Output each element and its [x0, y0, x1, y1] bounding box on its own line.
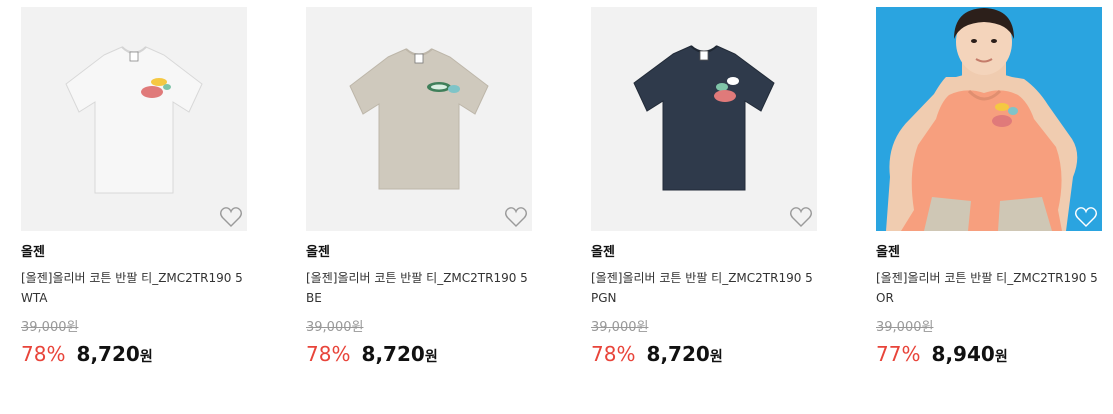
currency-unit: 원 [994, 349, 1008, 365]
product-card[interactable]: 올젠 [올젠]올리버 코튼 반팔 티_ZMC2TR190 5OR 39,000원… [876, 7, 1102, 370]
product-image[interactable] [876, 7, 1102, 231]
product-image[interactable] [591, 7, 817, 231]
heart-outline-icon[interactable] [1074, 206, 1098, 228]
heart-outline-icon[interactable] [504, 206, 528, 228]
product-title[interactable]: [올젠]올리버 코튼 반팔 티_ZMC2TR190 5BE [306, 268, 532, 308]
discount-rate: 78% [591, 342, 636, 366]
currency-unit: 원 [424, 349, 438, 365]
tshirt-image [21, 7, 247, 231]
product-image[interactable] [306, 7, 532, 231]
product-image[interactable] [21, 7, 247, 231]
product-grid: 올젠 [올젠]올리버 코튼 반팔 티_ZMC2TR190 5WTA 39,000… [0, 0, 1113, 414]
product-title[interactable]: [올젠]올리버 코튼 반팔 티_ZMC2TR190 5PGN [591, 268, 817, 308]
product-title[interactable]: [올젠]올리버 코튼 반팔 티_ZMC2TR190 5OR [876, 268, 1102, 308]
discount-rate: 78% [21, 342, 66, 366]
sale-price: 8,720 [361, 342, 425, 366]
original-price: 39,000원 [591, 320, 649, 335]
model-photo [876, 7, 1102, 231]
heart-outline-icon[interactable] [789, 206, 813, 228]
product-title[interactable]: [올젠]올리버 코튼 반팔 티_ZMC2TR190 5WTA [21, 268, 247, 308]
price-line: 77% 8,940원 [876, 341, 1102, 370]
original-price: 39,000원 [21, 320, 79, 335]
product-card[interactable]: 올젠 [올젠]올리버 코튼 반팔 티_ZMC2TR190 5WTA 39,000… [21, 7, 247, 370]
product-card[interactable]: 올젠 [올젠]올리버 코튼 반팔 티_ZMC2TR190 5BE 39,000원… [306, 7, 532, 370]
tshirt-image [306, 7, 532, 231]
brand-name: 올젠 [591, 245, 615, 260]
heart-outline-icon[interactable] [219, 206, 243, 228]
tshirt-image [591, 7, 817, 231]
brand-name: 올젠 [876, 245, 900, 260]
currency-unit: 원 [709, 349, 723, 365]
currency-unit: 원 [139, 349, 153, 365]
product-card[interactable]: 올젠 [올젠]올리버 코튼 반팔 티_ZMC2TR190 5PGN 39,000… [591, 7, 817, 370]
price-line: 78% 8,720원 [21, 341, 247, 370]
sale-price: 8,940 [931, 342, 995, 366]
discount-rate: 77% [876, 342, 921, 366]
sale-price: 8,720 [76, 342, 140, 366]
discount-rate: 78% [306, 342, 351, 366]
original-price: 39,000원 [876, 320, 934, 335]
original-price: 39,000원 [306, 320, 364, 335]
price-line: 78% 8,720원 [591, 341, 817, 370]
price-line: 78% 8,720원 [306, 341, 532, 370]
sale-price: 8,720 [646, 342, 710, 366]
brand-name: 올젠 [306, 245, 330, 260]
brand-name: 올젠 [21, 245, 45, 260]
